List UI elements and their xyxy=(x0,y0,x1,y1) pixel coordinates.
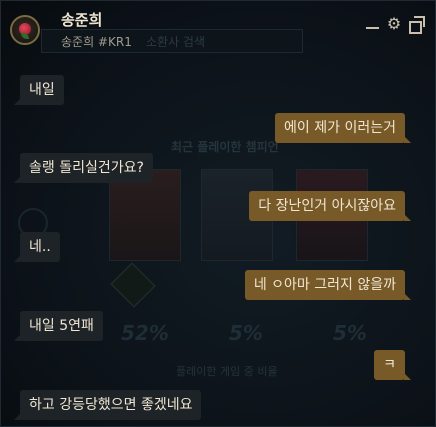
bg-section-title: 최근 플레이한 챔피언 xyxy=(171,140,279,154)
avatar[interactable] xyxy=(10,15,40,45)
minimize-icon[interactable] xyxy=(364,15,382,33)
message-incoming: 솔랭 돌리실건가요? xyxy=(14,153,153,183)
message-incoming: 하고 강등당했으면 좋겠네요 xyxy=(13,390,202,420)
bg-caption: 플레이한 게임 중 비율 xyxy=(176,365,278,378)
bg-percent: 52% xyxy=(121,321,169,345)
message-incoming: 내일 5연패 xyxy=(14,311,103,341)
chat-window: 소환사 검색 최근 플레이한 챔피언 52% 5% 5% 플레이한 게임 중 비… xyxy=(0,0,436,427)
bg-percent: 5% xyxy=(229,321,263,345)
message-outgoing: 다 장난인거 아시잖아요 xyxy=(249,191,411,221)
friend-name: 송준희 xyxy=(61,11,103,29)
bg-percent: 5% xyxy=(333,321,367,345)
friend-riot-id: 송준희 #KR1 xyxy=(61,35,132,49)
message-incoming: 네.. xyxy=(14,232,60,262)
message-incoming: 내일 xyxy=(14,75,64,105)
chat-header: 송준희 송준희 #KR1 ⚙ xyxy=(1,1,436,59)
popout-icon[interactable] xyxy=(407,15,425,34)
gear-icon[interactable]: ⚙ xyxy=(385,15,403,33)
message-outgoing: 네 ㅇ아마 그러지 않을까 xyxy=(244,270,412,300)
message-outgoing: 에이 제가 이러는거 xyxy=(275,113,411,143)
bg-rank-emblem xyxy=(110,262,156,308)
message-outgoing: ㅋ xyxy=(374,350,411,380)
